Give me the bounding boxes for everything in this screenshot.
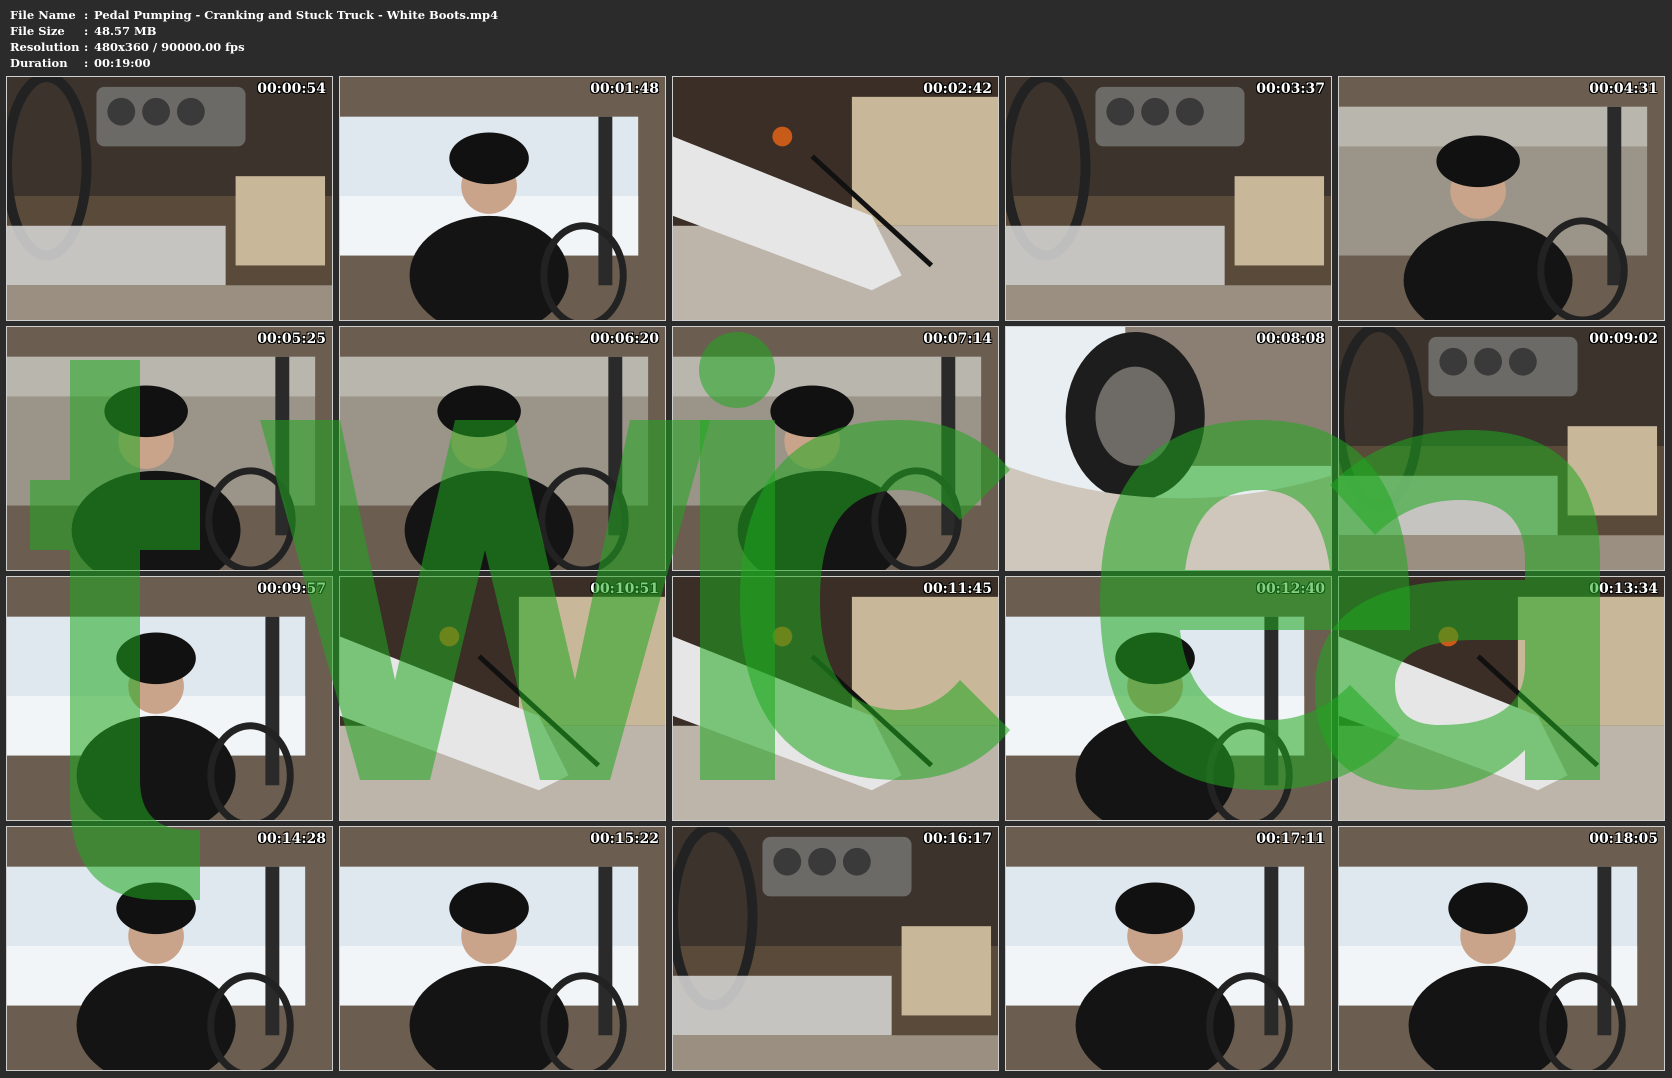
info-row-file-size: File Size : 48.57 MB — [10, 23, 498, 39]
video-thumbnail: 00:18:05 — [1338, 826, 1665, 1071]
info-separator: : — [84, 24, 89, 38]
thumbnail-frame-image — [1006, 327, 1331, 570]
video-thumbnail: 00:12:40 — [1005, 576, 1332, 821]
thumbnail-frame-image — [673, 827, 998, 1070]
info-value: 00:19:00 — [94, 56, 151, 70]
thumbnail-timestamp: 00:07:14 — [923, 331, 992, 347]
video-thumbnail: 00:00:54 — [6, 76, 333, 321]
video-thumbnail: 00:17:11 — [1005, 826, 1332, 1071]
info-row-duration: Duration : 00:19:00 — [10, 55, 498, 71]
video-thumbnail: 00:08:08 — [1005, 326, 1332, 571]
video-thumbnail: 00:02:42 — [672, 76, 999, 321]
info-value: Pedal Pumping - Cranking and Stuck Truck… — [94, 8, 499, 22]
thumbnail-frame-image — [1339, 577, 1664, 820]
video-thumbnail: 00:09:57 — [6, 576, 333, 821]
thumbnail-timestamp: 00:02:42 — [923, 81, 992, 97]
thumbnail-timestamp: 00:15:22 — [590, 831, 659, 847]
thumbnail-timestamp: 00:08:08 — [1256, 331, 1325, 347]
thumbnail-timestamp: 00:13:34 — [1589, 581, 1658, 597]
thumbnail-frame-image — [340, 77, 665, 320]
video-thumbnail: 00:05:25 — [6, 326, 333, 571]
thumbnail-frame-image — [673, 327, 998, 570]
thumbnail-frame-image — [1339, 327, 1664, 570]
thumbnail-timestamp: 00:01:48 — [590, 81, 659, 97]
thumbnail-timestamp: 00:00:54 — [257, 81, 326, 97]
thumbnail-frame-image — [340, 327, 665, 570]
thumbnail-timestamp: 00:09:57 — [257, 581, 326, 597]
thumbnail-timestamp: 00:04:31 — [1589, 81, 1658, 97]
thumbnail-frame-image — [1339, 827, 1664, 1070]
thumbnail-frame-image — [340, 577, 665, 820]
video-thumbnail: 00:10:51 — [339, 576, 666, 821]
video-thumbnail: 00:09:02 — [1338, 326, 1665, 571]
thumbnail-frame-image — [673, 77, 998, 320]
thumbnail-timestamp: 00:09:02 — [1589, 331, 1658, 347]
info-separator: : — [84, 56, 89, 70]
info-label: Duration — [10, 56, 68, 70]
info-value: 48.57 MB — [94, 24, 157, 38]
thumbnail-timestamp: 00:14:28 — [257, 831, 326, 847]
thumbnail-frame-image — [7, 77, 332, 320]
video-thumbnail: 00:11:45 — [672, 576, 999, 821]
info-row-file-name: File Name : Pedal Pumping - Cranking and… — [10, 7, 498, 23]
video-thumbnail: 00:14:28 — [6, 826, 333, 1071]
video-thumbnail: 00:01:48 — [339, 76, 666, 321]
thumbnail-grid: 00:00:54 00:01:48 00:02:42 00:03:37 00:04:31… — [6, 76, 1665, 1071]
info-label: File Size — [10, 24, 65, 38]
thumbnail-timestamp: 00:18:05 — [1589, 831, 1658, 847]
thumbnail-frame-image — [340, 827, 665, 1070]
file-info-panel: File Name : Pedal Pumping - Cranking and… — [10, 7, 498, 71]
thumbnail-frame-image — [1006, 77, 1331, 320]
thumbnail-timestamp: 00:17:11 — [1256, 831, 1325, 847]
video-thumbnail: 00:07:14 — [672, 326, 999, 571]
video-thumbnail: 00:16:17 — [672, 826, 999, 1071]
thumbnail-frame-image — [1006, 577, 1331, 820]
thumbnail-timestamp: 00:11:45 — [923, 581, 992, 597]
thumbnail-timestamp: 00:05:25 — [257, 331, 326, 347]
thumbnail-timestamp: 00:16:17 — [923, 831, 992, 847]
video-thumbnail: 00:15:22 — [339, 826, 666, 1071]
video-thumbnail: 00:06:20 — [339, 326, 666, 571]
thumbnail-frame-image — [7, 577, 332, 820]
info-separator: : — [84, 8, 89, 22]
thumbnail-timestamp: 00:12:40 — [1256, 581, 1325, 597]
info-separator: : — [84, 40, 89, 54]
info-label: File Name — [10, 8, 76, 22]
thumbnail-frame-image — [1006, 827, 1331, 1070]
video-thumbnail: 00:13:34 — [1338, 576, 1665, 821]
thumbnail-frame-image — [1339, 77, 1664, 320]
thumbnail-timestamp: 00:06:20 — [590, 331, 659, 347]
thumbnail-frame-image — [673, 577, 998, 820]
video-thumbnail: 00:04:31 — [1338, 76, 1665, 321]
video-thumbnail: 00:03:37 — [1005, 76, 1332, 321]
info-row-resolution: Resolution : 480x360 / 90000.00 fps — [10, 39, 498, 55]
thumbnail-timestamp: 00:03:37 — [1256, 81, 1325, 97]
thumbnail-timestamp: 00:10:51 — [590, 581, 659, 597]
info-value: 480x360 / 90000.00 fps — [94, 40, 245, 54]
thumbnail-frame-image — [7, 827, 332, 1070]
info-label: Resolution — [10, 40, 80, 54]
thumbnail-frame-image — [7, 327, 332, 570]
